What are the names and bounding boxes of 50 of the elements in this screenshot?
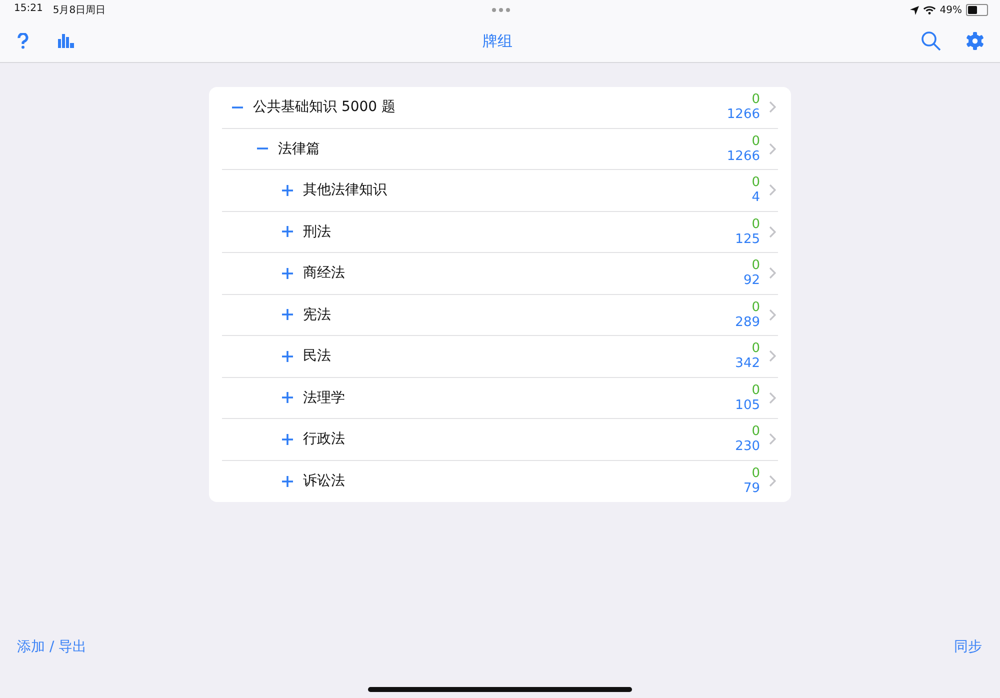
due-count: 0 [752,258,760,274]
total-count: 1266 [726,107,760,122]
due-count: 0 [752,466,760,482]
bar-chart-icon[interactable] [58,34,74,48]
deck-name[interactable]: 商经法 [303,264,345,282]
due-count: 0 [752,424,760,440]
total-count: 342 [735,356,760,372]
due-count: 0 [752,216,760,232]
expand-icon[interactable] [282,350,293,362]
deck-name[interactable]: 宪法 [303,306,331,324]
expand-icon[interactable] [282,226,293,238]
total-count: 4 [752,190,760,206]
due-count: 0 [752,175,760,190]
expand-icon[interactable] [282,434,293,445]
due-count: 0 [752,300,760,315]
total-count: 230 [735,439,760,454]
deck-name[interactable]: 法理学 [303,388,345,407]
more-dots-icon[interactable] [492,8,510,12]
total-count: 1266 [726,148,760,164]
due-count: 0 [752,341,760,356]
deck-name[interactable]: 诉讼法 [303,472,345,490]
due-count: 0 [752,382,760,398]
status-date: 5月8日周日 [52,4,106,17]
search-icon[interactable] [921,31,941,51]
settings-icon[interactable] [966,32,984,50]
expand-icon[interactable] [282,184,293,196]
expand-icon[interactable] [282,309,293,320]
expand-icon[interactable] [282,392,293,404]
help-icon[interactable] [17,33,29,49]
wifi-icon [922,5,936,15]
total-count: 79 [743,481,760,496]
total-count: 289 [735,314,760,330]
total-count: 92 [743,273,760,288]
deck-name[interactable]: 刑法 [303,222,331,241]
due-count: 0 [752,92,760,108]
battery-icon [966,4,988,16]
battery-percent: 49% [940,4,962,16]
deck-name[interactable]: 民法 [303,347,331,366]
deck-name[interactable]: 行政法 [303,430,345,448]
deck-name[interactable]: 其他法律知识 [303,181,387,200]
deck-name[interactable]: 公共基础知识 5000 题 [253,98,396,116]
status-time: 15:21 [14,3,43,16]
expand-icon[interactable] [282,268,293,279]
total-count: 105 [735,398,760,413]
deck-name[interactable]: 法律篇 [278,140,320,158]
due-count: 0 [752,134,760,149]
total-count: 125 [735,232,760,247]
expand-icon[interactable] [282,476,293,487]
nav-title: 牌组 [482,32,514,50]
location-icon [910,6,919,14]
